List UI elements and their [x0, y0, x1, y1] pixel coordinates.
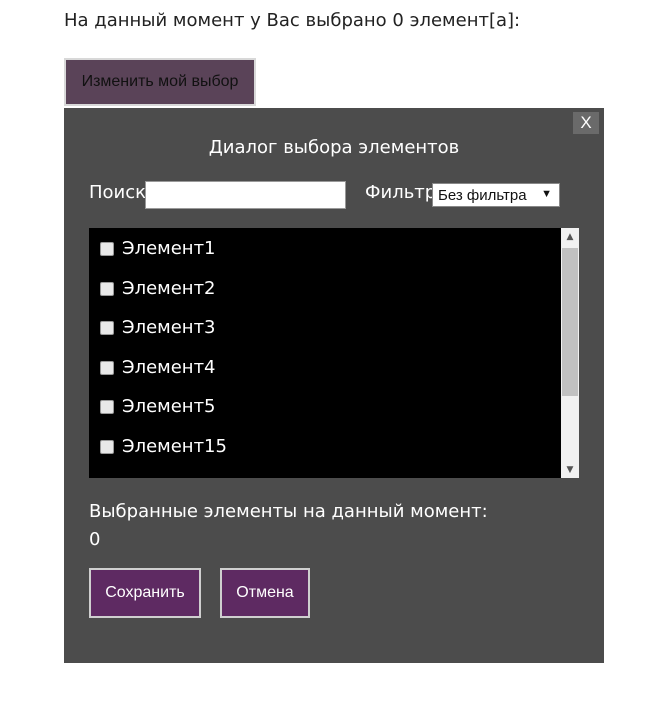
- filter-selected-value: Без фильтра: [438, 186, 527, 204]
- scroll-down-icon[interactable]: ▼: [561, 461, 579, 478]
- list-scrollbar[interactable]: ▲ ▼: [561, 228, 579, 478]
- dropdown-arrow-icon: ▼: [541, 188, 552, 200]
- item-label: Элемент5: [122, 396, 216, 417]
- item-checkbox[interactable]: [100, 282, 114, 296]
- cancel-button[interactable]: Отмена: [220, 568, 310, 618]
- selection-dialog: X Диалог выбора элементов Поиск Фильтр Б…: [64, 108, 604, 663]
- item-label: Элемент15: [122, 436, 227, 457]
- search-label: Поиск: [89, 182, 147, 203]
- item-label: Элемент1: [122, 238, 216, 259]
- item-label: Элемент2: [122, 278, 216, 299]
- selection-summary: На данный момент у Вас выбрано 0 элемент…: [64, 10, 521, 31]
- list-item[interactable]: Элемент3: [89, 316, 559, 356]
- list-item[interactable]: Элемент15: [89, 435, 559, 475]
- list-item[interactable]: Элемент4: [89, 356, 559, 396]
- dialog-title: Диалог выбора элементов: [208, 137, 460, 158]
- list-item[interactable]: Элемент5: [89, 395, 559, 435]
- list-item[interactable]: Элемент2: [89, 277, 559, 317]
- selected-elements-label: Выбранные элементы на данный момент:: [89, 501, 488, 522]
- scroll-up-icon[interactable]: ▲: [561, 228, 579, 245]
- item-checkbox[interactable]: [100, 321, 114, 335]
- selected-elements-count: 0: [89, 529, 101, 550]
- element-list: Элемент1 Элемент2 Элемент3 Элемент4 Элем…: [89, 228, 579, 478]
- save-button[interactable]: Сохранить: [89, 568, 201, 618]
- scrollbar-thumb[interactable]: [562, 248, 578, 396]
- list-item[interactable]: Элемент1: [89, 237, 559, 277]
- change-selection-button[interactable]: Изменить мой выбор: [64, 58, 256, 106]
- filter-label: Фильтр: [365, 182, 437, 203]
- close-button[interactable]: X: [573, 112, 599, 134]
- search-input[interactable]: [145, 181, 346, 209]
- item-label: Элемент4: [122, 357, 216, 378]
- item-checkbox[interactable]: [100, 440, 114, 454]
- item-checkbox[interactable]: [100, 400, 114, 414]
- item-checkbox[interactable]: [100, 361, 114, 375]
- item-label: Элемент3: [122, 317, 216, 338]
- item-checkbox[interactable]: [100, 242, 114, 256]
- filter-select[interactable]: Без фильтра ▼: [432, 183, 560, 207]
